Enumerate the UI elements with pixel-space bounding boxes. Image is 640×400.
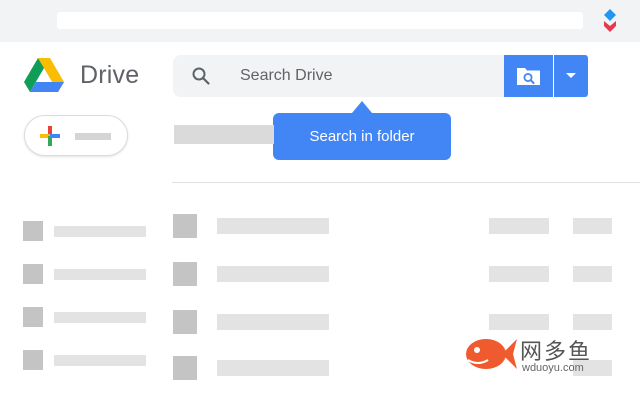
search-in-folder-button[interactable] [504, 55, 553, 97]
file-row-icon [173, 356, 197, 380]
file-row-meta-placeholder [489, 266, 549, 282]
sidebar-item-icon [23, 221, 43, 241]
sidebar-item-label-placeholder [54, 355, 146, 366]
search-input[interactable]: Search Drive [240, 67, 332, 85]
app-title[interactable]: Drive [80, 61, 139, 90]
browser-toolbar [0, 0, 640, 42]
file-row-icon [173, 310, 197, 334]
sidebar-item-icon [23, 350, 43, 370]
new-button-label-placeholder [75, 133, 111, 140]
file-row-icon [173, 214, 197, 238]
file-row-name-placeholder [217, 266, 329, 282]
file-row-meta-placeholder [489, 314, 549, 330]
search-icon[interactable] [191, 66, 211, 86]
extension-icon[interactable] [600, 9, 620, 33]
address-bar[interactable] [57, 12, 583, 29]
sidebar-item-label-placeholder [54, 226, 146, 237]
file-row-size-placeholder [573, 218, 612, 234]
tooltip-arrow [352, 101, 372, 113]
file-row-icon [173, 262, 197, 286]
new-button[interactable] [24, 115, 128, 156]
watermark: 网多鱼 wduoyu.com [462, 332, 640, 377]
tooltip: Search in folder [273, 113, 451, 160]
fish-logo-icon [466, 339, 517, 369]
file-row-name-placeholder [217, 360, 329, 376]
sidebar-item-label-placeholder [54, 312, 146, 323]
sidebar-item-icon [23, 264, 43, 284]
google-drive-logo[interactable] [24, 58, 64, 94]
divider [172, 182, 640, 183]
watermark-url: wduoyu.com [522, 362, 584, 374]
file-row-name-placeholder [217, 218, 329, 234]
plus-icon [40, 126, 60, 146]
file-row-size-placeholder [573, 314, 612, 330]
sidebar-item-label-placeholder [54, 269, 146, 280]
search-options-dropdown[interactable] [554, 55, 588, 97]
folder-search-icon [517, 68, 540, 85]
sidebar-item-icon [23, 307, 43, 327]
file-row-size-placeholder [573, 266, 612, 282]
file-row-meta-placeholder [489, 218, 549, 234]
toolbar-placeholder [174, 125, 274, 144]
file-row-name-placeholder [217, 314, 329, 330]
caret-down-icon [566, 73, 576, 78]
search-box[interactable]: Search Drive [173, 55, 504, 97]
